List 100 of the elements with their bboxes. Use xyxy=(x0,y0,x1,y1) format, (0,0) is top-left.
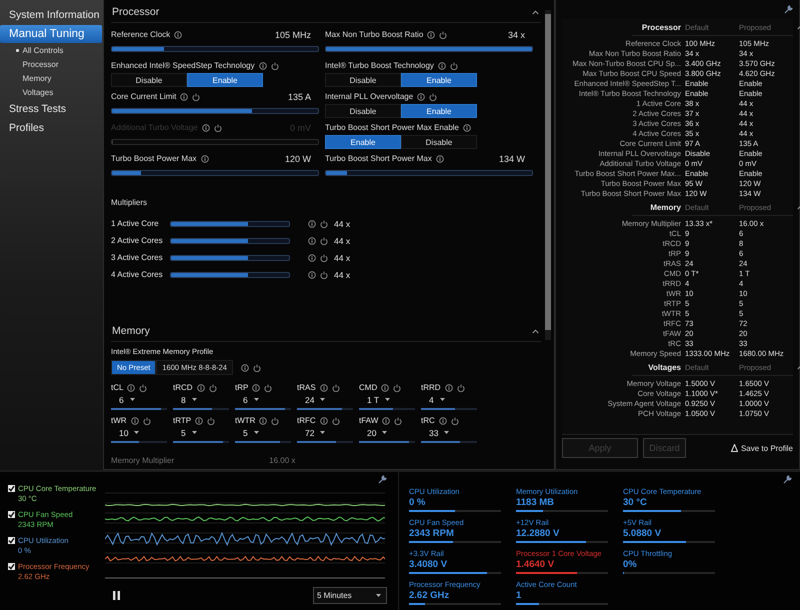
nav-item[interactable]: Profiles xyxy=(0,119,103,137)
nav-item[interactable]: Stress Tests xyxy=(0,100,103,118)
slider[interactable] xyxy=(170,220,290,226)
caret-icon[interactable] xyxy=(440,398,445,401)
nav-subitem[interactable]: Processor xyxy=(22,60,59,69)
caret-icon[interactable] xyxy=(254,398,259,401)
nav-subitem[interactable]: Voltages xyxy=(22,88,54,97)
timing-value[interactable]: 20 xyxy=(367,428,376,438)
caret-icon[interactable] xyxy=(320,431,326,434)
reset-icon[interactable] xyxy=(252,364,261,372)
wrench-icon[interactable] xyxy=(784,5,793,14)
reset-icon[interactable] xyxy=(142,416,151,424)
reset-icon[interactable] xyxy=(139,384,148,392)
info-icon[interactable] xyxy=(438,416,447,424)
reset-icon[interactable] xyxy=(439,30,448,38)
reset-icon[interactable] xyxy=(332,416,340,424)
info-icon[interactable] xyxy=(308,236,316,244)
timing-value[interactable]: 33 xyxy=(429,428,438,438)
info-icon[interactable] xyxy=(320,384,328,392)
nav-item[interactable]: Manual Tuning xyxy=(0,25,102,43)
info-icon[interactable] xyxy=(196,384,205,392)
reset-icon[interactable] xyxy=(207,416,216,424)
reset-icon[interactable] xyxy=(192,92,200,100)
slider[interactable] xyxy=(111,170,319,176)
interval-dropdown[interactable]: 5 Minutes xyxy=(313,587,387,604)
info-icon[interactable] xyxy=(200,154,209,162)
save-to-profile-button[interactable]: Save to Profile xyxy=(730,444,793,452)
reset-icon[interactable] xyxy=(320,236,328,244)
info-icon[interactable] xyxy=(381,384,390,392)
toggle-option[interactable]: Disable xyxy=(111,73,187,87)
info-icon[interactable] xyxy=(127,384,136,392)
info-icon[interactable] xyxy=(252,384,260,392)
caret-icon[interactable] xyxy=(376,594,381,598)
caret-icon[interactable] xyxy=(382,431,388,434)
timing-value[interactable]: 5 xyxy=(181,428,186,438)
info-icon[interactable] xyxy=(308,254,316,262)
info-icon[interactable] xyxy=(240,364,249,372)
info-icon[interactable] xyxy=(258,62,267,70)
reset-icon[interactable] xyxy=(320,220,328,228)
timing-value[interactable]: 5 xyxy=(243,428,248,438)
info-icon[interactable] xyxy=(444,384,453,392)
reset-icon[interactable] xyxy=(450,62,458,70)
reset-icon[interactable] xyxy=(264,384,272,392)
toggle-option[interactable]: Enable xyxy=(325,135,401,149)
slider[interactable] xyxy=(170,238,290,244)
reset-icon[interactable] xyxy=(270,62,279,70)
slider[interactable] xyxy=(170,272,290,278)
checkbox[interactable] xyxy=(8,537,15,544)
reset-icon[interactable] xyxy=(393,384,402,392)
info-icon[interactable] xyxy=(436,154,444,162)
caret-icon[interactable] xyxy=(192,398,197,401)
nav-item[interactable]: System Information xyxy=(0,6,103,24)
toggle-option[interactable]: Disable xyxy=(401,135,477,149)
timing-value[interactable]: 10 xyxy=(119,428,128,438)
info-icon[interactable] xyxy=(308,220,316,228)
caret-icon[interactable] xyxy=(130,398,135,401)
reset-icon[interactable] xyxy=(450,416,459,424)
slider[interactable] xyxy=(325,170,533,176)
timing-value[interactable]: 6 xyxy=(119,394,124,404)
reset-icon[interactable] xyxy=(456,384,465,392)
caret-icon[interactable] xyxy=(134,431,140,434)
collapse-icon[interactable] xyxy=(532,10,539,14)
pause-icon[interactable] xyxy=(113,591,120,600)
timing-value[interactable]: 8 xyxy=(181,394,186,404)
info-icon[interactable] xyxy=(463,124,471,132)
timing-value[interactable]: 72 xyxy=(305,428,314,438)
slider[interactable] xyxy=(111,46,319,52)
reset-icon[interactable] xyxy=(320,254,328,262)
info-icon[interactable] xyxy=(195,416,204,424)
caret-icon[interactable] xyxy=(254,431,259,434)
info-icon[interactable] xyxy=(130,416,139,424)
info-icon[interactable] xyxy=(180,92,188,100)
caret-icon[interactable] xyxy=(192,431,197,434)
caret-icon[interactable] xyxy=(320,398,326,401)
wrench-icon[interactable] xyxy=(378,475,387,484)
info-icon[interactable] xyxy=(427,30,436,38)
info-icon[interactable] xyxy=(438,62,446,70)
timing-value[interactable]: 6 xyxy=(243,394,248,404)
slider[interactable] xyxy=(111,108,319,114)
wrench-icon[interactable] xyxy=(783,475,792,484)
checkbox[interactable] xyxy=(8,511,15,518)
info-icon[interactable] xyxy=(382,416,390,424)
collapse-icon[interactable] xyxy=(532,328,539,334)
reset-icon[interactable] xyxy=(394,416,402,424)
timing-value[interactable]: 4 xyxy=(429,394,434,404)
timing-value[interactable]: 1 T xyxy=(367,394,380,404)
reset-icon[interactable] xyxy=(332,384,340,392)
toggle-option[interactable]: Enable xyxy=(401,104,477,118)
checkbox[interactable] xyxy=(8,485,15,492)
reset-icon[interactable] xyxy=(320,270,328,278)
caret-icon[interactable] xyxy=(385,398,390,401)
reset-icon[interactable] xyxy=(208,384,217,392)
info-icon[interactable] xyxy=(320,416,328,424)
timing-value[interactable]: 24 xyxy=(305,394,314,404)
checkbox[interactable] xyxy=(8,563,15,570)
reset-icon[interactable] xyxy=(429,92,438,100)
toggle-option[interactable]: Disable xyxy=(325,73,401,87)
caret-icon[interactable] xyxy=(444,431,450,434)
slider[interactable] xyxy=(170,254,290,260)
info-icon[interactable] xyxy=(417,92,426,100)
